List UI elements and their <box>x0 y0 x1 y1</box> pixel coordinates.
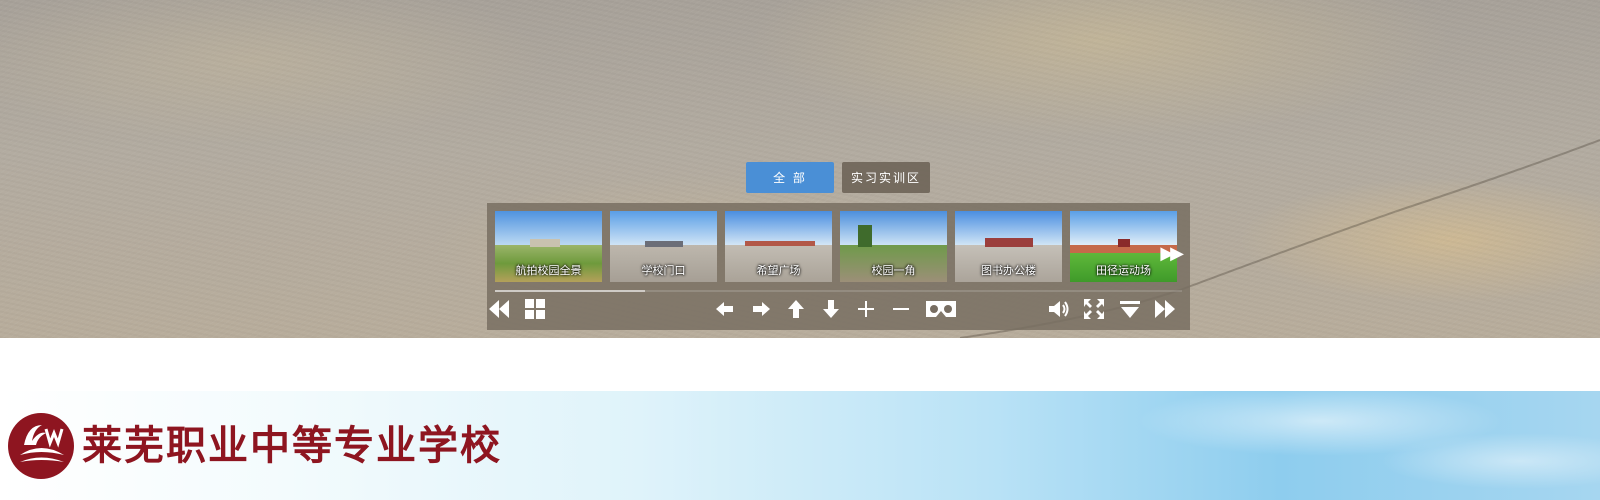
arrow-left-icon[interactable] <box>710 295 740 323</box>
school-name: 莱芜职业中等专业学校 <box>82 422 502 469</box>
thumb-caption: 航拍校园全景 <box>515 264 582 277</box>
panorama-viewer[interactable]: 全 部 实习实训区 航拍校园全景 学校门口 希望广场 校园一角 图书办公楼 田径… <box>0 0 1600 338</box>
scene-thumb-campus-corner[interactable]: 校园一角 <box>840 211 947 282</box>
volume-icon[interactable] <box>1044 295 1074 323</box>
thumb-caption: 校园一角 <box>871 264 916 277</box>
thumb-caption: 学校门口 <box>641 264 686 277</box>
fullscreen-icon[interactable] <box>1079 295 1109 323</box>
thumb-caption: 田径运动场 <box>1096 264 1151 277</box>
thumb-caption: 图书办公楼 <box>981 264 1036 277</box>
arrow-down-icon[interactable] <box>816 295 846 323</box>
arrow-right-icon[interactable] <box>746 295 776 323</box>
thumb-caption: 希望广场 <box>756 264 801 277</box>
school-header: 莱芜职业中等专业学校 <box>0 391 1600 500</box>
tab-training-area[interactable]: 实习实训区 <box>842 162 930 193</box>
thumbs-next-icon[interactable]: ▶▶ <box>1160 243 1184 264</box>
grid-icon[interactable] <box>520 295 550 323</box>
school-logo <box>8 413 74 479</box>
rewind-icon[interactable] <box>484 295 514 323</box>
zoom-out-icon[interactable] <box>886 295 916 323</box>
scene-thumbnails: 航拍校园全景 学校门口 希望广场 校园一角 图书办公楼 田径运动场 <box>495 211 1177 282</box>
category-tabs: 全 部 实习实训区 <box>746 162 930 193</box>
scene-thumb-library-office[interactable]: 图书办公楼 <box>955 211 1062 282</box>
scene-thumb-aerial[interactable]: 航拍校园全景 <box>495 211 602 282</box>
thumbs-scrollbar[interactable] <box>495 290 1182 292</box>
scene-thumb-school-gate[interactable]: 学校门口 <box>610 211 717 282</box>
scene-control-bar: 航拍校园全景 学校门口 希望广场 校园一角 图书办公楼 田径运动场 ▶▶ <box>487 203 1190 330</box>
zoom-in-icon[interactable] <box>851 295 881 323</box>
arrow-up-icon[interactable] <box>781 295 811 323</box>
scene-thumb-hope-square[interactable]: 希望广场 <box>725 211 832 282</box>
fast-forward-icon[interactable] <box>1150 295 1180 323</box>
collapse-icon[interactable] <box>1115 295 1145 323</box>
tab-all[interactable]: 全 部 <box>746 162 834 193</box>
scrollbar-thumb[interactable] <box>495 290 645 292</box>
vr-glasses-icon[interactable] <box>921 295 961 323</box>
